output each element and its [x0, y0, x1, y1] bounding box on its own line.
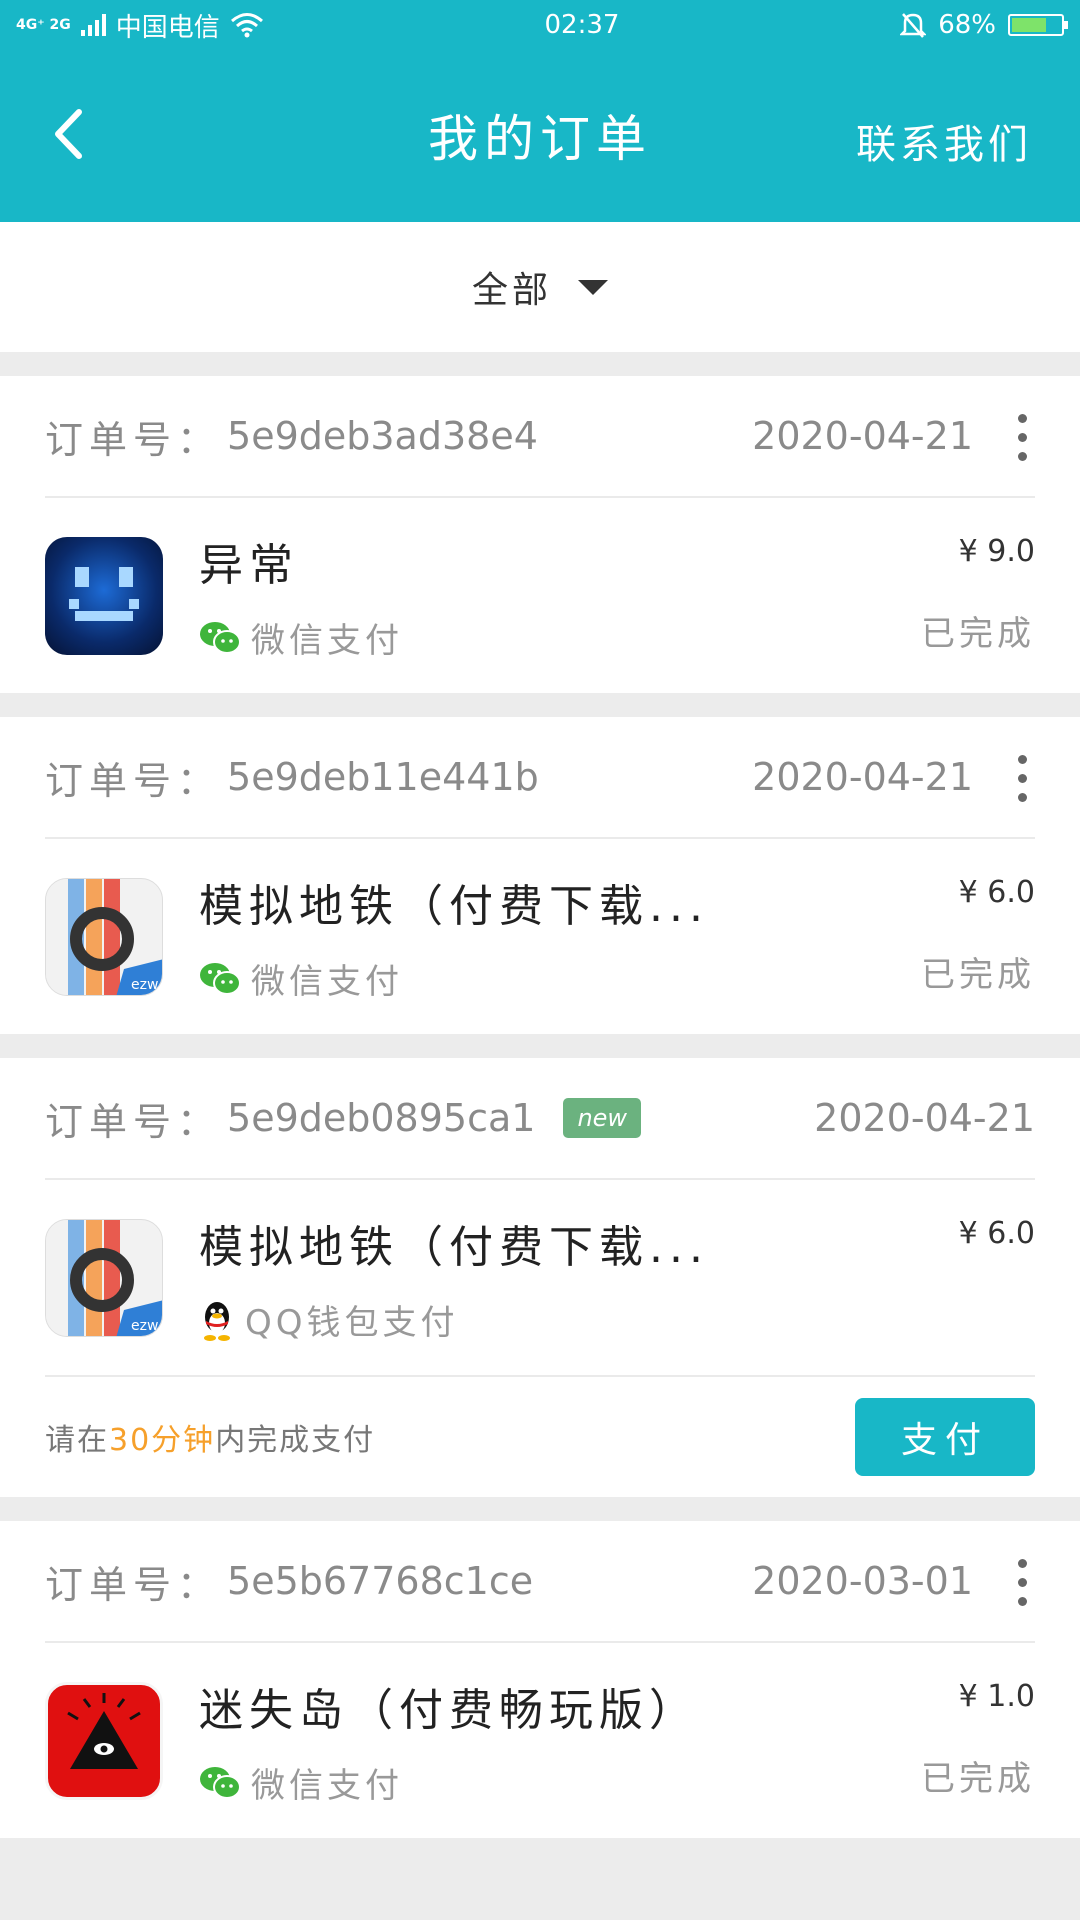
hint-text: 内完成支付: [215, 1423, 376, 1458]
app-icon-yichang: [45, 536, 163, 655]
carrier-name: 中国电信: [115, 12, 220, 43]
svg-text:ezw: ezw: [131, 977, 158, 993]
page-title: 我的订单: [428, 110, 652, 168]
order-number: 5e9deb11e441b: [227, 755, 539, 799]
wechat-pay-icon: [200, 962, 241, 995]
more-vertical-icon[interactable]: [1015, 1559, 1029, 1606]
payment-hint: 请在30分钟内完成支付: [45, 1415, 375, 1459]
app-icon-lost-island: [45, 1681, 163, 1800]
order-number-label: 订单号: [45, 758, 178, 803]
more-vertical-icon[interactable]: [1015, 755, 1029, 802]
order-date: 2020-03-01: [752, 1559, 973, 1603]
order-number-sep: ：: [177, 1099, 222, 1144]
order-number-sep: ：: [177, 758, 222, 803]
payment-label: 微信支付: [251, 962, 403, 1002]
order-price: ¥ 6.0: [958, 875, 1035, 910]
order-price: ¥ 1.0: [958, 1679, 1035, 1714]
new-badge: new: [563, 1098, 642, 1138]
battery-icon: [1007, 14, 1068, 36]
payment-label: 微信支付: [251, 621, 403, 661]
order-number-label: 订单号: [45, 1562, 178, 1607]
more-vertical-icon[interactable]: [1015, 414, 1029, 461]
payment-method: 微信支付: [199, 1758, 699, 1807]
order-header: 订单号 ： 5e9deb0895ca1 new 2020-04-21: [45, 1058, 1035, 1180]
order-number: 5e9deb3ad38e4: [227, 414, 538, 458]
contact-us-button[interactable]: 联系我们: [856, 112, 1032, 170]
chevron-left-icon: [55, 109, 82, 159]
app-name: 模拟地铁（付费下载...: [199, 1222, 709, 1273]
order-number: 5e5b67768c1ce: [227, 1559, 534, 1603]
payment-label: 微信支付: [251, 1766, 403, 1806]
order-date: 2020-04-21: [814, 1096, 1035, 1140]
order-price: ¥ 9.0: [958, 534, 1035, 569]
order-item[interactable]: 迷失岛（付费畅玩版） 微信支付 ¥ 1.0 已完成: [45, 1643, 1035, 1838]
back-button[interactable]: [40, 106, 96, 162]
battery-percent: 68%: [938, 10, 996, 40]
payment-label: QQ钱包支付: [245, 1303, 459, 1343]
payment-method: QQ钱包支付: [199, 1295, 709, 1344]
qq-penguin-icon: [204, 1301, 230, 1341]
app-icon-mini-metro: ezw: [45, 877, 163, 996]
order-item[interactable]: ezw 模拟地铁（付费下载... 微信支付 ¥ 6.0 已完成: [45, 839, 1035, 1034]
order-number-label: 订单号: [45, 1099, 178, 1144]
order-header: 订单号 ： 5e5b67768c1ce 2020-03-01: [45, 1521, 1035, 1643]
order-item[interactable]: ezw 模拟地铁（付费下载... QQ钱包支付 ¥ 6.0: [45, 1180, 1035, 1375]
network-type: 4G⁺ 2G: [16, 17, 71, 33]
payment-footer: 请在30分钟内完成支付 支付: [45, 1375, 1035, 1497]
order-price: ¥ 6.0: [958, 1216, 1035, 1251]
app-name: 模拟地铁（付费下载...: [199, 881, 709, 932]
payment-method: 微信支付: [199, 613, 403, 662]
order-card: 订单号 ： 5e5b67768c1ce 2020-03-01 迷失岛（付费畅玩版…: [0, 1521, 1080, 1838]
app-name: 异常: [199, 540, 299, 591]
top-bar: 4G⁺ 2G 中国电信 02:37 68% 我的订单 联系我们: [0, 0, 1080, 222]
order-status: 已完成: [921, 955, 1035, 995]
wifi-icon: [230, 13, 263, 38]
order-card: 订单号 ： 5e9deb3ad38e4 2020-04-21 异常 微信支付 ¥…: [0, 376, 1080, 693]
nav-bar: 我的订单 联系我们: [0, 70, 1080, 200]
order-header: 订单号 ： 5e9deb11e441b 2020-04-21: [45, 717, 1035, 839]
filter-dropdown[interactable]: 全部: [0, 222, 1080, 352]
order-number: 5e9deb0895ca1: [227, 1096, 536, 1140]
order-header: 订单号 ： 5e9deb3ad38e4 2020-04-21: [45, 376, 1035, 498]
order-number-label: 订单号: [45, 417, 178, 462]
order-date: 2020-04-21: [752, 755, 973, 799]
order-status: 已完成: [921, 614, 1035, 654]
order-number-sep: ：: [177, 417, 222, 462]
hint-deadline: 30分钟: [109, 1423, 216, 1458]
order-status: 已完成: [921, 1759, 1035, 1799]
app-icon-mini-metro: ezw: [45, 1218, 163, 1337]
order-item[interactable]: 异常 微信支付 ¥ 9.0 已完成: [45, 498, 1035, 693]
svg-text:ezw: ezw: [131, 1318, 158, 1334]
triangle-down-icon: [578, 279, 608, 295]
wechat-pay-icon: [200, 621, 241, 654]
payment-method: 微信支付: [199, 954, 709, 1003]
pay-button[interactable]: 支付: [855, 1398, 1035, 1476]
order-date: 2020-04-21: [752, 414, 973, 458]
order-number-sep: ：: [177, 1562, 222, 1607]
filter-label: 全部: [471, 270, 552, 311]
signal-icon: [80, 14, 106, 36]
wechat-pay-icon: [200, 1766, 241, 1799]
order-card: 订单号 ： 5e9deb11e441b 2020-04-21 ezw 模拟地铁（…: [0, 717, 1080, 1034]
status-bar: 4G⁺ 2G 中国电信 02:37 68%: [0, 0, 1080, 50]
mute-bell-icon: [900, 13, 927, 38]
status-time: 02:37: [544, 10, 620, 40]
hint-text: 请在: [45, 1423, 109, 1458]
order-card: 订单号 ： 5e9deb0895ca1 new 2020-04-21 ezw 模…: [0, 1058, 1080, 1497]
app-name: 迷失岛（付费畅玩版）: [199, 1685, 699, 1736]
